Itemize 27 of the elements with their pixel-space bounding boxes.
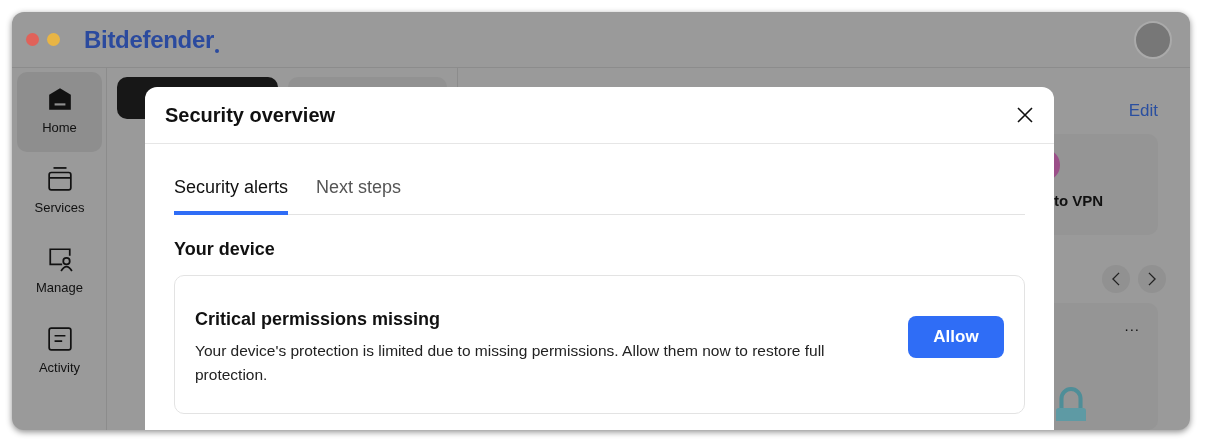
close-light[interactable] — [26, 33, 39, 46]
tray-icon — [46, 166, 73, 193]
minimize-light[interactable] — [47, 33, 60, 46]
document-icon — [46, 326, 73, 353]
chevron-left-icon — [1112, 271, 1120, 286]
sidebar-item[interactable]: Activity — [17, 312, 102, 392]
next-button[interactable] — [1138, 264, 1166, 293]
tab[interactable]: Next steps — [316, 174, 402, 215]
close-button[interactable] — [1016, 106, 1034, 124]
logo: Bitdefender — [84, 21, 220, 58]
tab[interactable]: Security alerts — [174, 174, 289, 215]
allow-button[interactable]: Allow — [908, 315, 1004, 358]
previous-button[interactable] — [1102, 264, 1130, 293]
sidebar-item[interactable]: Manage — [17, 232, 102, 312]
card-title: to VPN — [1054, 191, 1104, 209]
monitor-person-icon — [46, 246, 73, 273]
lock-icon — [1056, 386, 1086, 421]
sidebar-item[interactable]: Home — [17, 72, 102, 152]
dialog-title: Security overview — [165, 103, 336, 127]
alert-title: Critical permissions missing — [195, 308, 442, 331]
avatar[interactable] — [1134, 20, 1172, 59]
more-button[interactable]: ... — [1124, 314, 1140, 338]
sidebar-item[interactable]: Services — [17, 152, 102, 232]
chevron-right-icon — [1148, 271, 1156, 286]
alert-message: Your device's protection is limited due to missing permissions. Allow them now to restore full protection. — [195, 341, 826, 385]
section-title: Your device — [174, 238, 276, 261]
home-icon — [46, 86, 73, 113]
